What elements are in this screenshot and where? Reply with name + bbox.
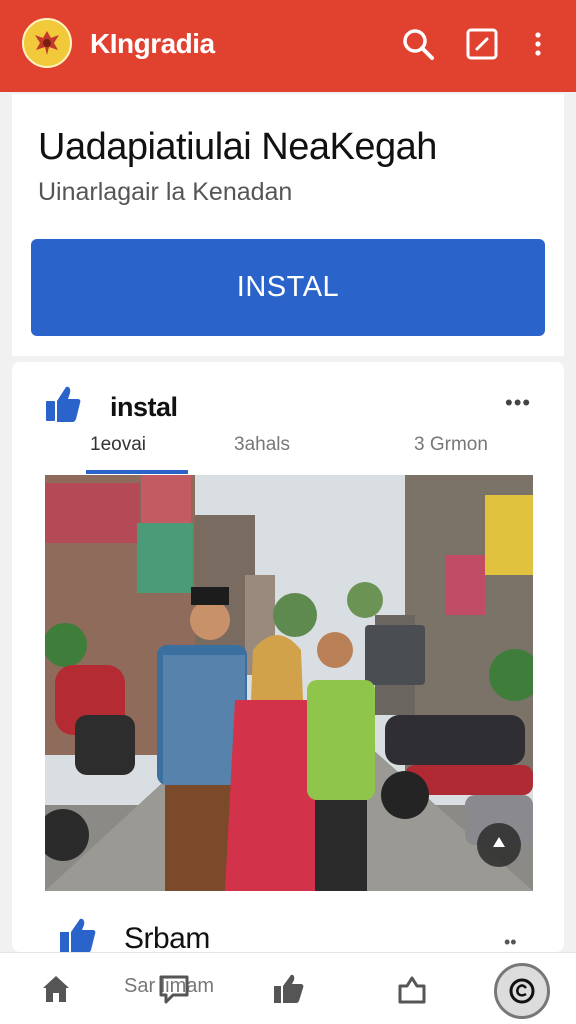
second-post-title: Srbam (124, 922, 210, 955)
home-icon[interactable] (34, 967, 78, 1011)
active-tab-indicator (86, 470, 188, 474)
post-more-button[interactable]: ••• (505, 390, 531, 416)
tab-third[interactable]: 3 Grmon (414, 434, 488, 456)
emblem-logo-icon[interactable] (22, 18, 72, 68)
more-vertical-icon[interactable] (520, 26, 556, 62)
like-icon[interactable] (266, 967, 310, 1011)
app-title: KIngradia (90, 28, 215, 59)
second-post-more-button[interactable]: •• (504, 932, 517, 953)
like-icon[interactable] (44, 384, 82, 429)
search-icon[interactable] (400, 26, 436, 62)
comment-icon[interactable] (152, 967, 196, 1011)
edit-icon[interactable] (464, 26, 500, 62)
promo-headline: Uadapiatiulai NeaKegah (38, 126, 437, 168)
post-card: instal ••• 1eovai 3ahals 3 Grmon (12, 362, 564, 952)
tab-second[interactable]: 3ahals (234, 434, 290, 456)
profile-icon[interactable] (494, 963, 550, 1019)
promo-card: Uadapiatiulai NeaKegah Uinarlagair la Ke… (12, 94, 564, 356)
top-app-bar: KIngradia (0, 0, 576, 92)
tab-first[interactable]: 1eovai (90, 434, 146, 456)
post-title: instal (110, 392, 178, 422)
promo-subheadline: Uinarlagair la Kenadan (38, 178, 293, 206)
share-icon[interactable] (390, 967, 434, 1011)
bottom-navigation: Sar limam (0, 952, 576, 1024)
post-photo[interactable] (45, 475, 533, 891)
install-button[interactable]: INSTAL (31, 239, 545, 336)
